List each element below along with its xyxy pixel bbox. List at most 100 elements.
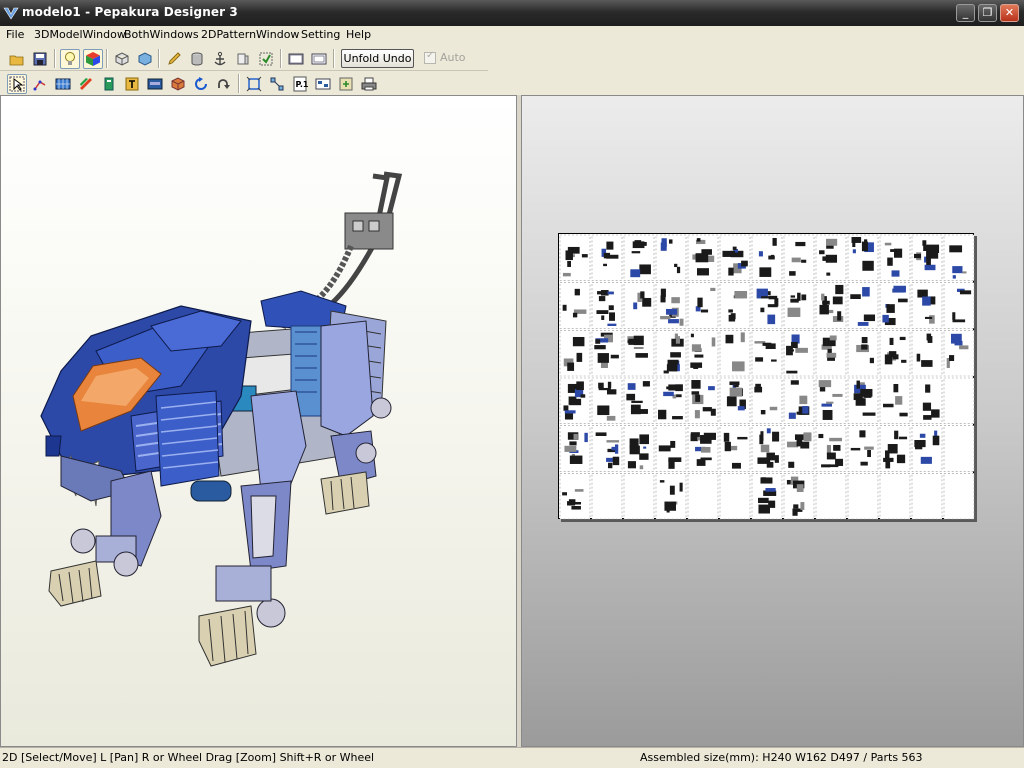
pattern-part[interactable]: [924, 264, 936, 271]
pattern-part[interactable]: [729, 381, 740, 386]
pattern-part[interactable]: [768, 500, 776, 508]
reset-icon[interactable]: [336, 74, 356, 94]
pattern-part[interactable]: [572, 312, 578, 318]
pattern-part[interactable]: [952, 275, 956, 279]
pattern-part[interactable]: [639, 453, 649, 460]
pattern-part[interactable]: [920, 456, 932, 464]
pattern-part[interactable]: [580, 394, 586, 398]
pattern-part[interactable]: [702, 407, 712, 412]
pattern-part[interactable]: [679, 318, 684, 326]
pattern-part[interactable]: [774, 298, 779, 307]
pattern-part[interactable]: [892, 354, 899, 360]
pattern-part[interactable]: [567, 501, 576, 506]
pattern-part[interactable]: [640, 291, 645, 299]
pattern-part[interactable]: [786, 479, 791, 485]
pattern-part[interactable]: [821, 403, 833, 407]
pattern-part[interactable]: [562, 304, 567, 311]
pattern-part[interactable]: [627, 461, 636, 469]
pattern-part[interactable]: [668, 384, 682, 391]
pattern-part[interactable]: [852, 249, 856, 254]
pattern-part[interactable]: [695, 253, 709, 263]
pattern-part[interactable]: [660, 242, 667, 251]
pattern-part[interactable]: [759, 434, 764, 445]
pattern-part[interactable]: [769, 406, 778, 411]
rotate-icon[interactable]: [191, 74, 211, 94]
pattern-part[interactable]: [576, 352, 583, 362]
pattern-part[interactable]: [659, 480, 665, 483]
pattern-part[interactable]: [826, 352, 837, 358]
pattern-part[interactable]: [598, 387, 611, 391]
pattern-part[interactable]: [666, 506, 670, 513]
pattern-part[interactable]: [594, 345, 606, 350]
pattern-part[interactable]: [690, 333, 694, 338]
pattern-part[interactable]: [668, 319, 679, 324]
pattern-part[interactable]: [861, 336, 868, 344]
pattern-part[interactable]: [674, 263, 678, 268]
pattern-part[interactable]: [919, 433, 926, 438]
pattern-part[interactable]: [791, 257, 801, 263]
pattern-part[interactable]: [711, 337, 716, 347]
pattern-part[interactable]: [766, 461, 774, 468]
image-icon[interactable]: [145, 74, 165, 94]
menu-setting[interactable]: Setting: [301, 28, 340, 41]
pattern-part[interactable]: [959, 345, 969, 350]
pattern-part[interactable]: [693, 364, 699, 369]
pattern-part[interactable]: [639, 264, 651, 275]
pattern-part[interactable]: [672, 416, 683, 420]
pattern-part[interactable]: [676, 266, 681, 274]
pattern-part[interactable]: [883, 403, 894, 408]
pattern-part[interactable]: [922, 240, 927, 246]
pattern-part[interactable]: [660, 295, 666, 303]
pattern-part[interactable]: [929, 315, 935, 324]
minimize-button[interactable]: _: [956, 4, 975, 22]
pattern-part[interactable]: [922, 296, 931, 306]
pattern-part[interactable]: [584, 432, 588, 443]
pattern-part[interactable]: [635, 353, 648, 358]
pattern-part[interactable]: [728, 314, 736, 322]
pattern-part[interactable]: [787, 441, 799, 448]
pattern-part[interactable]: [729, 387, 743, 397]
pattern-part[interactable]: [671, 297, 680, 304]
pattern-part[interactable]: [922, 402, 932, 411]
pattern-part[interactable]: [822, 300, 830, 305]
anchor-icon[interactable]: [210, 49, 230, 69]
pattern-part[interactable]: [821, 293, 825, 301]
pattern-part[interactable]: [737, 406, 745, 411]
pattern-part[interactable]: [679, 482, 683, 492]
pattern-part[interactable]: [952, 266, 963, 274]
pattern-part[interactable]: [663, 391, 674, 397]
pattern-part[interactable]: [642, 297, 652, 307]
pattern-part[interactable]: [790, 462, 794, 468]
pattern-part[interactable]: [891, 270, 900, 277]
menu-file[interactable]: File: [6, 28, 24, 41]
pattern-part[interactable]: [884, 242, 892, 246]
pattern-part[interactable]: [862, 287, 870, 297]
pattern-part[interactable]: [691, 380, 701, 389]
pattern-part[interactable]: [658, 409, 667, 420]
pattern-part[interactable]: [667, 359, 679, 365]
pattern-part[interactable]: [607, 323, 617, 326]
pattern-part[interactable]: [564, 445, 577, 452]
pattern-part[interactable]: [914, 439, 926, 448]
pattern-part[interactable]: [852, 240, 856, 248]
pattern-part[interactable]: [569, 441, 577, 446]
pattern-part[interactable]: [786, 370, 798, 374]
pattern-part[interactable]: [573, 433, 578, 440]
pattern-part[interactable]: [574, 288, 580, 296]
pattern-part[interactable]: [734, 290, 748, 299]
2d-pattern-view[interactable]: [521, 95, 1024, 747]
pattern-part[interactable]: [927, 336, 933, 343]
pattern-part[interactable]: [771, 359, 777, 362]
pattern-part[interactable]: [755, 357, 764, 362]
pattern-part[interactable]: [861, 241, 868, 252]
pattern-part[interactable]: [643, 446, 647, 449]
redo-icon[interactable]: [214, 74, 234, 94]
pattern-part[interactable]: [931, 409, 940, 418]
pattern-part[interactable]: [608, 305, 614, 311]
pattern-part[interactable]: [710, 287, 716, 292]
pattern-part[interactable]: [788, 412, 796, 419]
pattern-part[interactable]: [835, 458, 844, 466]
pattern-part[interactable]: [789, 271, 796, 276]
pattern-part[interactable]: [728, 309, 733, 313]
pattern-part[interactable]: [800, 502, 805, 510]
